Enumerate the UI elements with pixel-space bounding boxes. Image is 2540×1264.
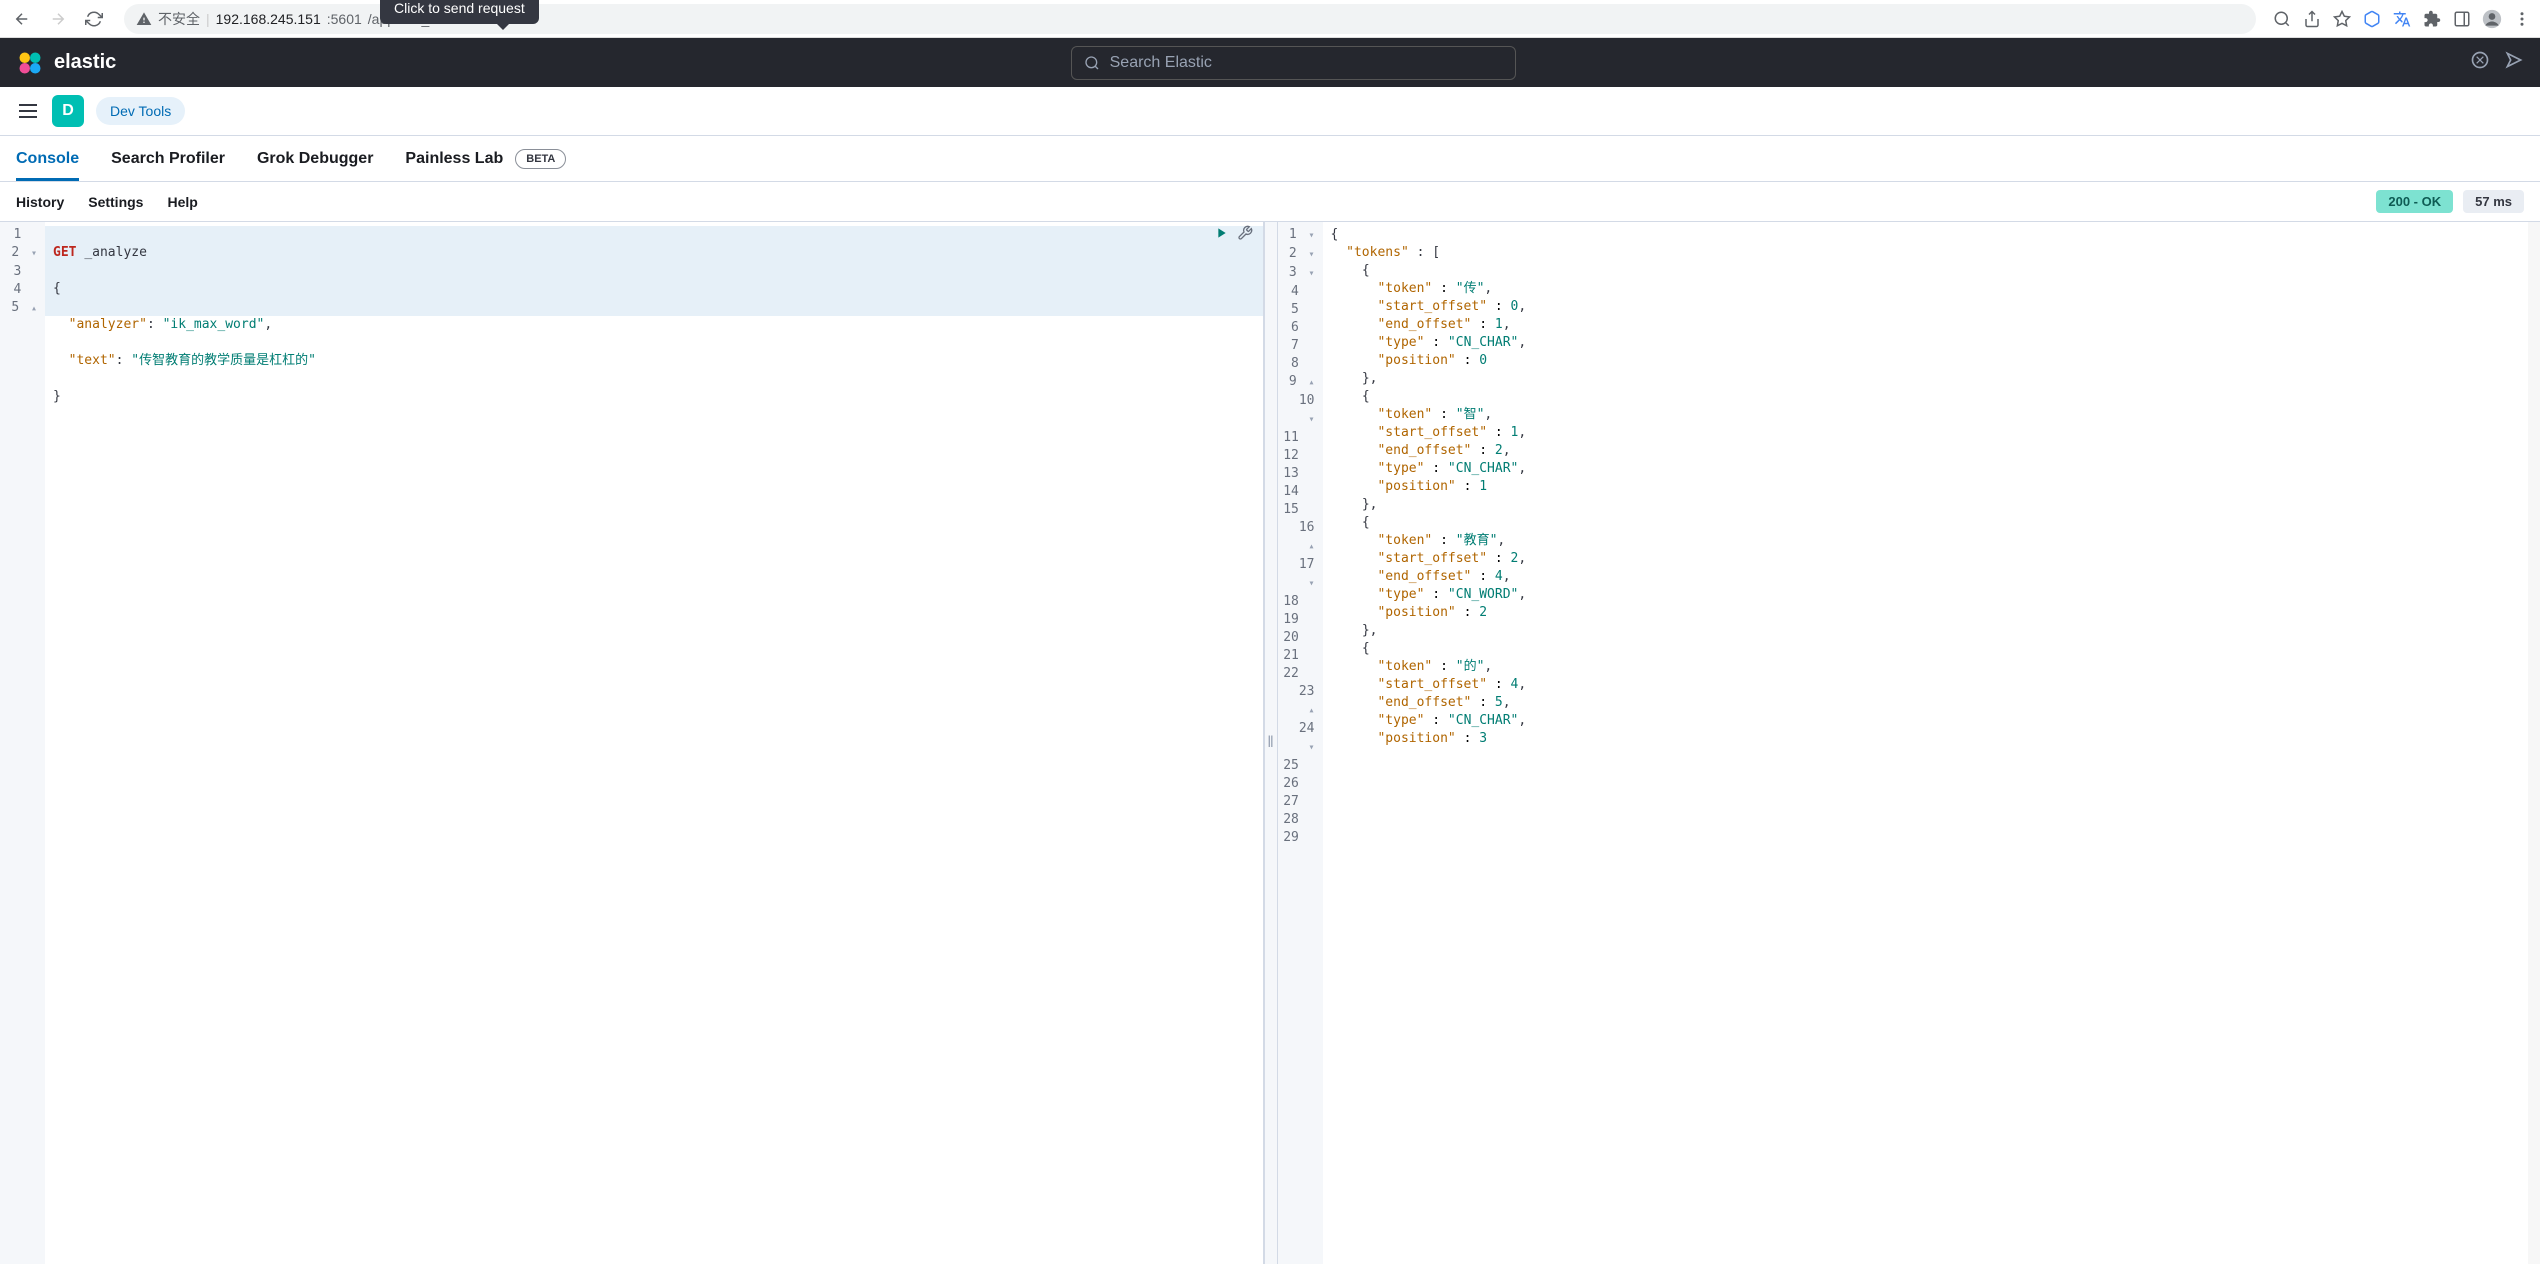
response-viewer[interactable]: { "tokens" : [ { "token" : "传", "start_o… (1323, 222, 2540, 1264)
history-link[interactable]: History (16, 194, 64, 210)
forward-button[interactable] (44, 5, 72, 33)
response-gutter: 1 ▾2 ▾3 ▾4 5 6 7 8 9 ▴10 ▾11 12 13 14 15… (1278, 222, 1323, 1264)
response-pane[interactable]: 1 ▾2 ▾3 ▾4 5 6 7 8 9 ▴10 ▾11 12 13 14 15… (1278, 222, 2540, 1264)
settings-link[interactable]: Settings (88, 194, 143, 210)
profile-icon[interactable] (2482, 9, 2502, 29)
extension-cube-icon[interactable] (2362, 9, 2382, 29)
sidepanel-icon[interactable] (2452, 9, 2472, 29)
menu-dots-icon[interactable] (2512, 9, 2532, 29)
fullscreen-icon[interactable] (2470, 50, 2490, 75)
tab-console[interactable]: Console (16, 138, 79, 180)
insecure-label: 不安全 (158, 9, 200, 29)
space-letter: D (62, 102, 74, 120)
response-time-badge: 57 ms (2463, 190, 2524, 213)
send-request-tooltip: Click to send request (380, 0, 539, 24)
reload-button[interactable] (80, 5, 108, 33)
insecure-icon (136, 11, 152, 27)
translate-icon[interactable] (2392, 9, 2412, 29)
nav-menu-button[interactable] (16, 99, 40, 123)
product-name: elastic (54, 51, 116, 74)
beta-badge: BETA (515, 149, 566, 169)
breadcrumb[interactable]: Dev Tools (96, 97, 185, 125)
request-options-button[interactable] (1237, 225, 1253, 246)
tab-grok-debugger[interactable]: Grok Debugger (257, 138, 373, 180)
request-gutter: 1 2 ▾ 3 4 5 ▴ (0, 222, 45, 1264)
pane-splitter[interactable]: ‖ (1264, 222, 1278, 1264)
zoom-icon[interactable] (2272, 9, 2292, 29)
share-icon[interactable] (2302, 9, 2322, 29)
global-search[interactable]: Search Elastic (1071, 46, 1516, 80)
app-header: elastic Search Elastic (0, 38, 2540, 87)
url-port: :5601 (327, 11, 362, 27)
search-icon (1084, 55, 1100, 71)
search-placeholder: Search Elastic (1110, 54, 1212, 72)
elastic-logo[interactable]: elastic (16, 49, 116, 77)
back-button[interactable] (8, 5, 36, 33)
tab-painless-lab[interactable]: Painless Lab (405, 138, 503, 180)
space-selector[interactable]: D (52, 95, 84, 127)
sub-header: D Dev Tools (0, 87, 2540, 136)
send-request-button[interactable] (1213, 225, 1229, 246)
request-pane[interactable]: 1 2 ▾ 3 4 5 ▴ GET _analyze { "analyzer":… (0, 222, 1264, 1264)
tab-search-profiler[interactable]: Search Profiler (111, 138, 225, 180)
bookmark-icon[interactable] (2332, 9, 2352, 29)
extensions-icon[interactable] (2422, 9, 2442, 29)
editor-container: 1 2 ▾ 3 4 5 ▴ GET _analyze { "analyzer":… (0, 222, 2540, 1264)
url-host: 192.168.245.151 (216, 11, 321, 27)
response-status-badge: 200 - OK (2376, 190, 2453, 213)
console-toolbar: History Settings Help 200 - OK 57 ms (0, 182, 2540, 222)
elastic-logo-icon (16, 49, 44, 77)
newsfeed-icon[interactable] (2504, 50, 2524, 75)
response-scrollbar[interactable] (2528, 222, 2540, 1264)
dev-tools-tabs: Console Search Profiler Grok Debugger Pa… (0, 136, 2540, 182)
help-link[interactable]: Help (167, 194, 197, 210)
request-editor[interactable]: GET _analyze { "analyzer": "ik_max_word"… (45, 222, 1263, 1264)
